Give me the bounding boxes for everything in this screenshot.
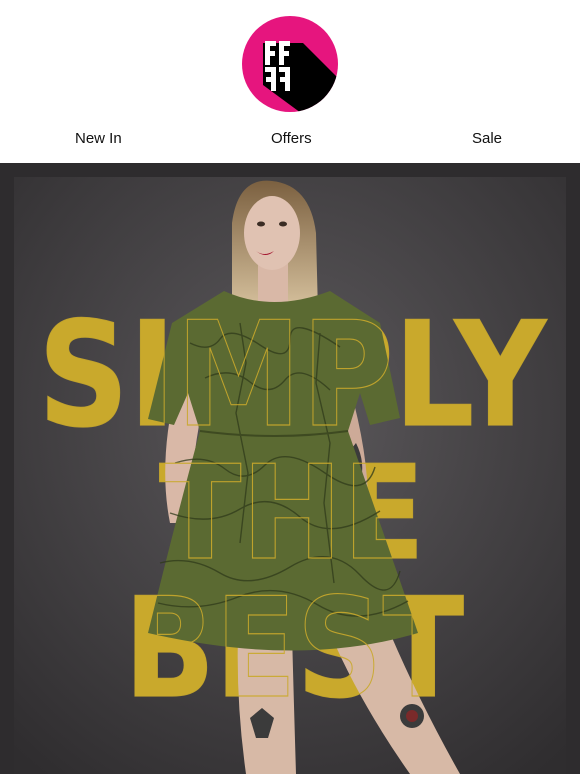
hero-banner[interactable]: SIMPLY THE BEST (0, 163, 580, 774)
brand-logo[interactable] (241, 15, 339, 113)
hero-image: SIMPLY THE BEST (0, 163, 580, 774)
svg-text:BEST: BEST (124, 568, 464, 729)
nav-offers[interactable]: Offers (271, 130, 312, 147)
nav-new-in[interactable]: New In (75, 130, 122, 147)
svg-text:SIMPLY: SIMPLY (38, 291, 548, 460)
main-nav: New In Offers Sale (0, 120, 580, 162)
nav-sale[interactable]: Sale (472, 130, 502, 147)
header (0, 0, 580, 120)
svg-text:THE: THE (159, 437, 425, 589)
